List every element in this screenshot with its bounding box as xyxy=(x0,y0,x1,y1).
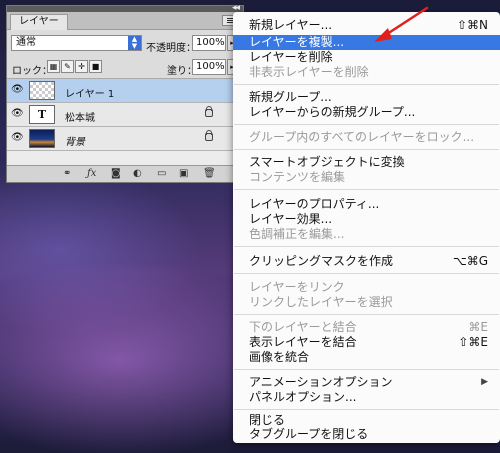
menu-item-new-group[interactable]: 新規グループ... xyxy=(233,90,500,105)
layer-name: レイヤー 1 xyxy=(65,89,115,100)
menu-item-label: レイヤーのプロパティ... xyxy=(249,197,380,211)
text-layer-thumbnail: T xyxy=(29,105,55,124)
menu-separator xyxy=(234,189,499,190)
menu-item-label: 新規グループ... xyxy=(249,90,332,104)
menu-item-label: レイヤーからの新規グループ... xyxy=(249,105,416,119)
menu-separator xyxy=(234,369,499,370)
menu-item-label: リンクしたレイヤーを選択 xyxy=(249,295,393,309)
menu-separator xyxy=(234,124,499,125)
menu-item-select-linked-layers: リンクしたレイヤーを選択 xyxy=(233,295,500,310)
menu-item-layer-properties[interactable]: レイヤーのプロパティ... xyxy=(233,197,500,212)
menu-item-label: レイヤーを削除 xyxy=(249,50,333,64)
new-layer-icon[interactable]: ▣ xyxy=(179,168,188,180)
menu-item-edit-contents: コンテンツを編集 xyxy=(233,170,500,185)
layer-row[interactable]: 👁 レイヤー 1 xyxy=(7,79,243,103)
menu-item-label: レイヤー効果... xyxy=(249,212,333,226)
layer-thumbnail xyxy=(29,81,55,100)
menu-item-label: スマートオブジェクトに変換 xyxy=(249,155,405,169)
menu-item-lock-all-layers-in-group: グループ内のすべてのレイヤーをロック... xyxy=(233,130,500,145)
tab-layers[interactable]: レイヤー xyxy=(10,14,68,30)
lock-icon xyxy=(205,130,213,141)
menu-item-link-layers: レイヤーをリンク xyxy=(233,280,500,295)
lock-icon xyxy=(205,106,213,117)
layer-name: 松本城 xyxy=(65,113,95,124)
menu-item-label: 新規レイヤー... xyxy=(249,18,333,32)
blend-opacity-row: 通常 ▲ ▼ 不透明度： 100% ▸ xyxy=(7,32,243,54)
layer-thumbnail xyxy=(29,129,55,148)
layer-row[interactable]: 👁 T 松本城 xyxy=(7,103,243,127)
opacity-label: 不透明度： xyxy=(146,43,196,54)
menu-item-new-group-from-layers[interactable]: レイヤーからの新規グループ... xyxy=(233,105,500,120)
lock-fill-row: ロック： ▦ ✎ ✛ ■ 塗り： 100% ▸ xyxy=(7,56,243,79)
shortcut-label: ⌥⌘G xyxy=(452,254,488,268)
lock-pixels-icon[interactable]: ✎ xyxy=(61,60,74,73)
menu-item-delete-hidden-layers: 非表示レイヤーを削除 xyxy=(233,65,500,80)
menu-item-duplicate-layer[interactable]: レイヤーを複製... xyxy=(233,35,500,50)
link-icon[interactable]: ⚭ xyxy=(63,168,71,180)
visibility-eye-icon[interactable]: 👁 xyxy=(11,108,24,120)
trash-icon[interactable]: 🗑 xyxy=(203,168,216,180)
menu-item-label: 下のレイヤーと結合 xyxy=(249,320,357,334)
menu-item-label: 閉じる xyxy=(249,413,286,427)
layers-panel: ◂◂ レイヤー 通常 ▲ ▼ 不透明度： 100% ▸ ロック： ▦ ✎ ✛ ■ … xyxy=(6,3,244,183)
layer-row[interactable]: 👁 背景 xyxy=(7,127,243,151)
menu-item-label: タブグループを閉じる xyxy=(249,427,369,441)
menu-item-flatten-image[interactable]: 画像を統合 xyxy=(233,350,500,365)
lock-label: ロック： xyxy=(12,66,52,77)
menu-separator xyxy=(234,246,499,247)
menu-item-delete-layer[interactable]: レイヤーを削除 xyxy=(233,50,500,65)
menu-item-label: グループ内のすべてのレイヤーをロック... xyxy=(249,130,475,144)
adjustment-icon[interactable]: ◐ xyxy=(133,168,142,180)
layers-panel-menu: 新規レイヤー... ⇧⌘N レイヤーを複製... レイヤーを削除 非表示レイヤー… xyxy=(233,12,500,443)
menu-item-label: 表示レイヤーを結合 xyxy=(249,335,357,349)
lock-transparency-icon[interactable]: ▦ xyxy=(47,60,60,73)
menu-item-merge-visible[interactable]: 表示レイヤーを結合 ⇧⌘E xyxy=(233,335,500,350)
folder-icon[interactable]: ▭ xyxy=(157,168,166,180)
layer-list: 👁 レイヤー 1 👁 T 松本城 👁 背景 xyxy=(7,79,243,167)
menu-item-close-tab-group[interactable]: タブグループを閉じる xyxy=(233,427,500,442)
menu-item-label: アニメーションオプション xyxy=(249,375,393,389)
shortcut-label: ⌘E xyxy=(468,320,488,334)
menu-item-close[interactable]: 閉じる xyxy=(233,413,500,428)
menu-item-new-layer[interactable]: 新規レイヤー... ⇧⌘N xyxy=(233,18,500,33)
select-stepper-icon: ▲ ▼ xyxy=(128,36,141,50)
panel-tab-row: レイヤー xyxy=(7,12,243,30)
menu-item-label: 画像を統合 xyxy=(249,350,310,364)
mask-icon[interactable]: ◙ xyxy=(111,168,121,180)
menu-item-label: パネルオプション... xyxy=(249,390,357,404)
menu-separator xyxy=(234,149,499,150)
menu-item-merge-down: 下のレイヤーと結合 ⌘E xyxy=(233,320,500,335)
submenu-arrow-icon: ▶ xyxy=(481,377,488,387)
visibility-eye-icon[interactable]: 👁 xyxy=(11,132,24,144)
menu-separator xyxy=(234,409,499,410)
menu-item-label: レイヤーを複製... xyxy=(249,35,345,49)
visibility-eye-icon[interactable]: 👁 xyxy=(11,84,24,96)
fill-input[interactable]: 100% xyxy=(192,59,226,75)
layer-name: 背景 xyxy=(65,137,85,148)
menu-item-panel-options[interactable]: パネルオプション... xyxy=(233,390,500,405)
menu-item-label: 色調補正を編集... xyxy=(249,227,345,241)
menu-separator xyxy=(234,84,499,85)
blend-mode-value: 通常 xyxy=(16,37,36,48)
shortcut-label: ⇧⌘N xyxy=(456,18,488,32)
opacity-input[interactable]: 100% xyxy=(192,35,226,51)
menu-item-create-clipping-mask[interactable]: クリッピングマスクを作成 ⌥⌘G xyxy=(233,254,500,269)
lock-position-icon[interactable]: ✛ xyxy=(75,60,88,73)
menu-separator xyxy=(234,273,499,274)
menu-item-label: コンテンツを編集 xyxy=(249,170,346,184)
menu-item-label: レイヤーをリンク xyxy=(249,280,345,294)
menu-item-label: 非表示レイヤーを削除 xyxy=(249,65,369,79)
menu-item-convert-to-smart-object[interactable]: スマートオブジェクトに変換 xyxy=(233,155,500,170)
lock-all-icon[interactable]: ■ xyxy=(89,60,102,73)
fx-icon[interactable]: ƒx xyxy=(87,168,96,180)
menu-item-layer-effects[interactable]: レイヤー効果... xyxy=(233,212,500,227)
blend-mode-select[interactable]: 通常 ▲ ▼ xyxy=(11,35,142,51)
menu-item-edit-adjustment: 色調補正を編集... xyxy=(233,227,500,242)
menu-item-animation-options[interactable]: アニメーションオプション ▶ xyxy=(233,375,500,390)
menu-item-label: クリッピングマスクを作成 xyxy=(249,254,394,268)
menu-separator xyxy=(234,314,499,315)
shortcut-label: ⇧⌘E xyxy=(458,335,488,349)
panel-footer: ⚭ ƒx ◙ ◐ ▭ ▣ 🗑 xyxy=(7,165,243,182)
